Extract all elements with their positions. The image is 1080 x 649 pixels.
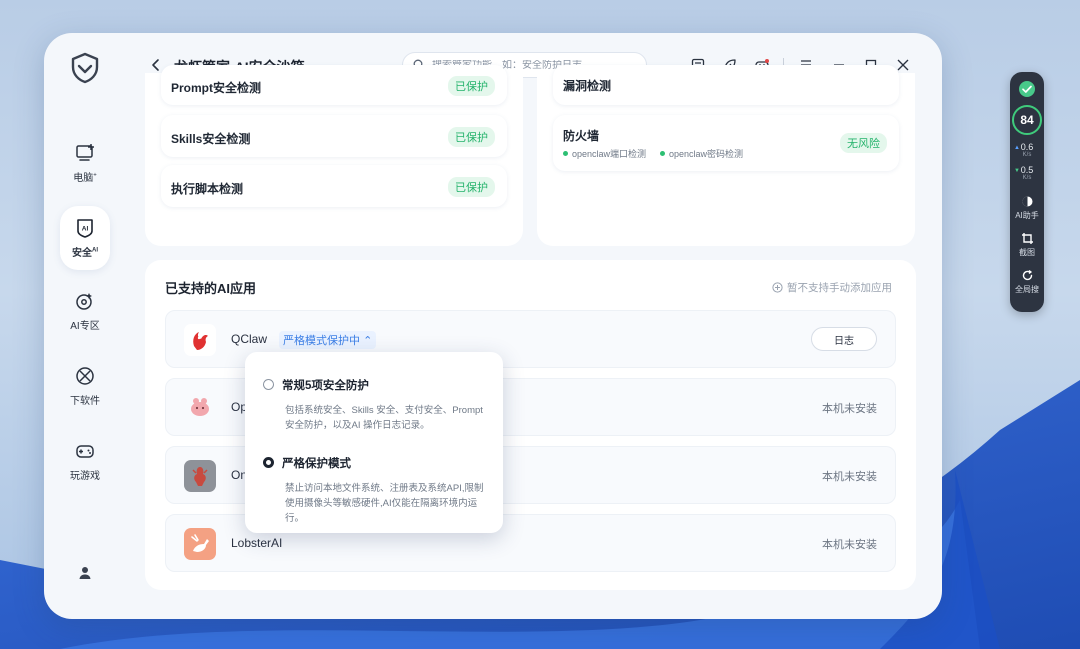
mode-option-desc: 包括系统安全、Skills 安全、支付安全、Prompt 安全防护，以及AI 操… [285, 405, 483, 431]
check-label: 漏洞检测 [563, 79, 612, 93]
sidebar: 电脑+ AI 安全AI AI专区 下软件 玩游戏 [44, 33, 126, 619]
check-label: 执行脚本检测 [171, 182, 244, 196]
sidebar-item-label: AI专区 [70, 321, 100, 332]
subcheck-item: openclaw密码检测 [660, 147, 743, 160]
status-badge: 已保护 [448, 127, 495, 147]
system-checks-card: 漏洞检测 防火墙 无风险 openclaw端口检测 openclaw密码检测 [537, 65, 915, 246]
upload-speed: 0.6 K/s [1010, 142, 1044, 159]
global-search-icon [1022, 269, 1032, 281]
sidebar-item-label: 下软件 [70, 396, 100, 407]
check-row-prompt[interactable]: Prompt安全检测 已保护 [161, 65, 507, 105]
radio-selected-icon[interactable] [263, 457, 274, 468]
status-badge: 已保护 [448, 76, 495, 96]
tool-label: 截图 [1019, 248, 1035, 257]
add-app-hint-text: 暂不支持手动添加应用 [787, 282, 892, 294]
download-speed-value: 0.5 [1020, 165, 1034, 175]
subcheck-item: openclaw端口检测 [563, 147, 646, 160]
check-circle-icon [1019, 81, 1035, 97]
mode-option-title: 严格保护模式 [282, 458, 351, 470]
global-search-button[interactable]: 全局搜 [1010, 269, 1044, 295]
add-app-hint: 暂不支持手动添加应用 [772, 280, 892, 295]
qclaw-app-icon [184, 324, 216, 356]
sidebar-item-sup: AI [92, 247, 98, 254]
install-status: 本机未安装 [822, 403, 877, 415]
security-checks-card: Prompt安全检测 已保护 Skills安全检测 已保护 执行脚本检测 已保护 [145, 65, 523, 246]
sidebar-item-download-software[interactable]: 下软件 [60, 354, 110, 418]
check-label: Prompt安全检测 [171, 81, 262, 95]
openclaw-app-icon [184, 392, 216, 424]
screenshot-crop-icon [1021, 233, 1033, 244]
ai-assistant-button[interactable]: AI助手 [1010, 195, 1044, 221]
status-badge: 无风险 [840, 133, 887, 153]
check-row-script[interactable]: 执行脚本检测 已保护 [161, 165, 507, 207]
subcheck-label: openclaw端口检测 [572, 149, 647, 159]
check-row-vulnerability[interactable]: 漏洞检测 [553, 65, 899, 105]
lobsterai-app-icon [184, 528, 216, 560]
app-name: LobsterAI [231, 536, 283, 550]
upload-speed-unit: K/s [1022, 152, 1032, 158]
app-name: QClaw [231, 332, 268, 346]
health-score: 84 [1012, 105, 1042, 135]
status-badge: 已保护 [448, 177, 495, 197]
ai-shield-icon: AI [77, 219, 93, 238]
check-label: Skills安全检测 [171, 132, 251, 146]
shield-logo-icon [71, 52, 99, 84]
download-speed-unit: K/s [1022, 175, 1032, 181]
add-circle-icon [772, 282, 783, 293]
subcheck-label: openclaw密码检测 [669, 149, 744, 159]
green-dot-icon [660, 151, 666, 157]
sidebar-item-label: 电脑 [73, 173, 94, 184]
sidebar-item-sup: + [93, 172, 97, 179]
mode-option-title: 常规5项安全防护 [282, 380, 369, 392]
protection-mode-dropdown[interactable]: 严格模式保护中 ⌃ [279, 331, 377, 349]
tool-label: AI助手 [1015, 211, 1039, 220]
gamepad-icon [76, 445, 94, 458]
log-button[interactable]: 日志 [811, 327, 877, 351]
sidebar-item-games[interactable]: 玩游戏 [60, 429, 110, 493]
green-dot-icon [563, 151, 568, 157]
install-status: 本机未安装 [822, 471, 877, 483]
computer-add-icon [76, 144, 94, 161]
sidebar-item-label: 安全 [72, 248, 92, 259]
check-row-firewall[interactable]: 防火墙 无风险 openclaw端口检测 openclaw密码检测 [553, 115, 899, 171]
mode-option-strict[interactable]: 严格保护模式 禁止访问本地文件系统、注册表及系统API,限制使用摄像头等敏感硬件… [263, 455, 491, 525]
upload-speed-value: 0.6 [1020, 142, 1034, 152]
sidebar-item-label: 玩游戏 [70, 471, 100, 482]
mode-option-standard[interactable]: 常规5项安全防护 包括系统安全、Skills 安全、支付安全、Prompt 安全… [263, 377, 491, 439]
ai-assistant-icon [1022, 196, 1032, 207]
sidebar-item-ai-security[interactable]: AI 安全AI [60, 206, 110, 270]
screenshot-button[interactable]: 截图 [1010, 232, 1044, 258]
sidebar-item-computer[interactable]: 电脑+ [60, 131, 110, 195]
floating-monitor-widget[interactable]: 84 ▲ 0.6 K/s ▼ 0.5 K/s AI助手 截图 全局搜 [1010, 72, 1044, 312]
tool-label: 全局搜 [1015, 285, 1039, 294]
ai-zone-icon [76, 293, 92, 310]
protection-mode-label: 严格模式保护中 [283, 335, 360, 347]
oneclaw-app-icon [184, 460, 216, 492]
sidebar-item-ai-zone[interactable]: AI专区 [60, 279, 110, 343]
mode-option-desc: 禁止访问本地文件系统、注册表及系统API,限制使用摄像头等敏感硬件,AI仅能在隔… [285, 483, 484, 524]
install-status: 本机未安装 [822, 539, 877, 551]
radio-unselected-icon[interactable] [263, 379, 274, 390]
section-title: 已支持的AI应用 [165, 281, 257, 296]
firewall-subchecks: openclaw端口检测 openclaw密码检测 [563, 147, 743, 160]
check-label: 防火墙 [563, 129, 600, 143]
download-speed: 0.5 K/s [1010, 165, 1044, 182]
check-row-skills[interactable]: Skills安全检测 已保护 [161, 115, 507, 157]
download-software-icon [76, 367, 94, 385]
svg-text:AI: AI [82, 226, 89, 233]
chevron-up-icon: ⌃ [363, 335, 373, 347]
protection-mode-popup: 常规5项安全防护 包括系统安全、Skills 安全、支付安全、Prompt 安全… [245, 352, 503, 533]
user-avatar-icon[interactable] [77, 565, 93, 581]
